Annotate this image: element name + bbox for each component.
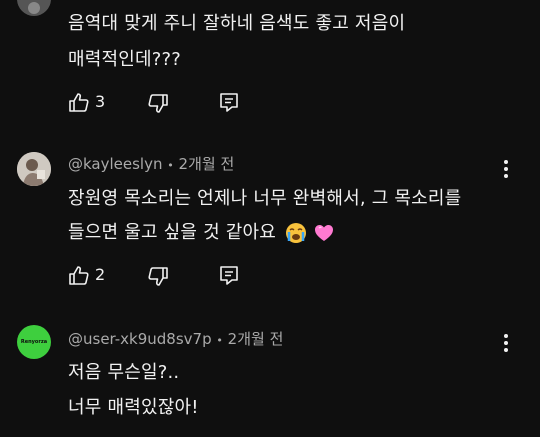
pink-heart-icon bbox=[313, 222, 335, 244]
thumbs-down-icon bbox=[148, 94, 168, 113]
reply-icon bbox=[220, 266, 238, 285]
comment-text-line: 장원영 목소리는 언제나 너무 완벽해서, 그 목소리를 bbox=[68, 188, 462, 209]
dislike-button[interactable] bbox=[147, 93, 169, 115]
like-button[interactable] bbox=[68, 91, 90, 113]
reply-button[interactable] bbox=[218, 264, 240, 286]
avatar[interactable] bbox=[17, 152, 51, 186]
author-name[interactable]: @kayleeslyn bbox=[68, 155, 162, 173]
comment-text: 들으면 울고 싶을 것 같아요 bbox=[68, 222, 277, 243]
user-avatar-icon bbox=[17, 0, 51, 16]
comment-time: 2개월 전 bbox=[227, 330, 284, 348]
comment-text-line: 너무 매력있잖아! bbox=[68, 397, 199, 418]
comment-meta: @user-xk9ud8sv7p • 2개월 전 bbox=[68, 328, 283, 349]
thumbs-up-icon bbox=[69, 266, 89, 285]
comment-text-line: 저음 무슨일?.. bbox=[68, 362, 180, 383]
comment-text-line: 매력적인데??? bbox=[68, 49, 182, 70]
avatar-text: Renyorza bbox=[20, 339, 48, 345]
dislike-button[interactable] bbox=[147, 266, 169, 288]
thumbs-up-icon bbox=[69, 93, 89, 112]
comment-meta: @kayleeslyn • 2개월 전 bbox=[68, 153, 234, 174]
user-avatar-icon bbox=[17, 152, 51, 186]
like-count: 3 bbox=[95, 92, 106, 111]
separator: • bbox=[167, 159, 174, 172]
avatar[interactable] bbox=[17, 0, 51, 16]
avatar[interactable]: Renyorza bbox=[17, 325, 51, 359]
comment-time: 2개월 전 bbox=[178, 155, 235, 173]
author-name[interactable]: @user-xk9ud8sv7p bbox=[68, 330, 212, 348]
like-button[interactable] bbox=[68, 264, 90, 286]
comment-text-line: 음역대 맞게 주니 잘하네 음색도 좋고 저음이 bbox=[68, 13, 406, 34]
loudly-crying-face-icon bbox=[285, 222, 307, 244]
thumbs-down-icon bbox=[148, 267, 168, 286]
separator: • bbox=[216, 334, 223, 347]
comment-actions: 2 bbox=[68, 264, 268, 288]
like-count: 2 bbox=[95, 265, 106, 284]
reply-button[interactable] bbox=[218, 91, 240, 113]
more-options-button[interactable] bbox=[497, 157, 515, 181]
comment-actions: 3 bbox=[68, 91, 268, 115]
more-options-button[interactable] bbox=[497, 331, 515, 355]
comment-text-line-2: 들으면 울고 싶을 것 같아요 bbox=[68, 218, 335, 244]
reply-icon bbox=[220, 93, 238, 112]
